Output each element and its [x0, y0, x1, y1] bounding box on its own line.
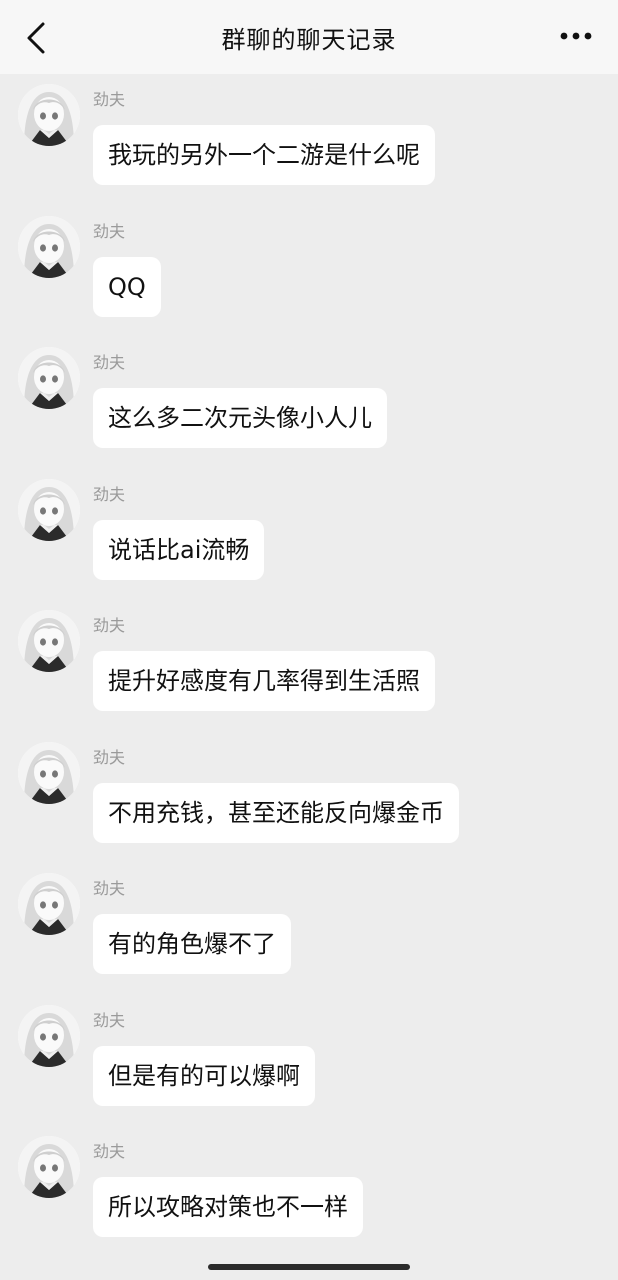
- avatar[interactable]: [18, 1004, 80, 1067]
- message-item: 劲夫 有的角色爆不了: [0, 863, 618, 995]
- anime-avatar-icon: [18, 1004, 80, 1067]
- sender-name: 劲夫: [93, 90, 126, 109]
- anime-avatar-icon: [18, 873, 80, 935]
- anime-avatar-icon: [18, 84, 80, 146]
- anime-avatar-icon: [18, 1136, 80, 1198]
- avatar[interactable]: [18, 741, 80, 804]
- message-bubble[interactable]: 所以攻略对策也不一样: [93, 1177, 363, 1237]
- message-bubble[interactable]: 这么多二次元头像小人儿: [93, 388, 387, 448]
- avatar[interactable]: [18, 84, 80, 146]
- message-item: 劲夫 我玩的另外一个二游是什么呢: [0, 74, 618, 206]
- avatar[interactable]: [18, 347, 80, 409]
- message-bubble[interactable]: QQ: [93, 256, 161, 317]
- avatar[interactable]: [18, 215, 80, 278]
- anime-avatar-icon: [18, 478, 80, 541]
- header-bar: 群聊的聊天记录: [0, 0, 618, 74]
- message-list: 劲夫 我玩的另外一个二游是什么呢 劲夫 QQ 劲夫 这么多二次元头像小人儿 劲夫…: [0, 74, 618, 1258]
- anime-avatar-icon: [18, 215, 80, 278]
- sender-name: 劲夫: [93, 484, 126, 504]
- avatar[interactable]: [18, 873, 80, 935]
- anime-avatar-icon: [18, 347, 80, 409]
- sender-name: 劲夫: [93, 616, 126, 635]
- sender-name: 劲夫: [93, 221, 126, 241]
- message-bubble[interactable]: 说话比ai流畅: [93, 519, 265, 580]
- sender-name: 劲夫: [93, 879, 126, 898]
- home-indicator[interactable]: [208, 1264, 410, 1270]
- message-bubble[interactable]: 提升好感度有几率得到生活照: [93, 651, 435, 711]
- avatar[interactable]: [18, 1136, 80, 1198]
- avatar[interactable]: [18, 478, 80, 541]
- sender-name: 劲夫: [93, 353, 126, 372]
- message-bubble[interactable]: 但是有的可以爆啊: [93, 1045, 315, 1106]
- page-title: 群聊的聊天记录: [221, 26, 397, 54]
- sender-name: 劲夫: [93, 1142, 126, 1161]
- message-item: 劲夫 这么多二次元头像小人儿: [0, 337, 618, 469]
- message-item: 劲夫 不用充钱，甚至还能反向爆金币: [0, 732, 618, 864]
- message-bubble[interactable]: 我玩的另外一个二游是什么呢: [93, 125, 435, 185]
- more-dots-icon: [560, 32, 592, 40]
- message-item: 劲夫 所以攻略对策也不一样: [0, 1126, 618, 1258]
- anime-avatar-icon: [18, 741, 80, 804]
- avatar[interactable]: [18, 610, 80, 672]
- sender-name: 劲夫: [93, 1010, 126, 1030]
- chat-history-screen: 群聊的聊天记录 劲夫 我玩的另外一个二游是什么呢 劲夫 QQ 劲夫 这么多二次元…: [0, 0, 618, 1280]
- anime-avatar-icon: [18, 610, 80, 672]
- message-item: 劲夫 提升好感度有几率得到生活照: [0, 600, 618, 732]
- message-bubble[interactable]: 不用充钱，甚至还能反向爆金币: [93, 782, 459, 843]
- sender-name: 劲夫: [93, 747, 126, 767]
- message-item: 劲夫 QQ: [0, 206, 618, 338]
- message-item: 劲夫 说话比ai流畅: [0, 469, 618, 601]
- more-button[interactable]: [556, 22, 596, 50]
- message-item: 劲夫 但是有的可以爆啊: [0, 995, 618, 1127]
- message-bubble[interactable]: 有的角色爆不了: [93, 914, 291, 974]
